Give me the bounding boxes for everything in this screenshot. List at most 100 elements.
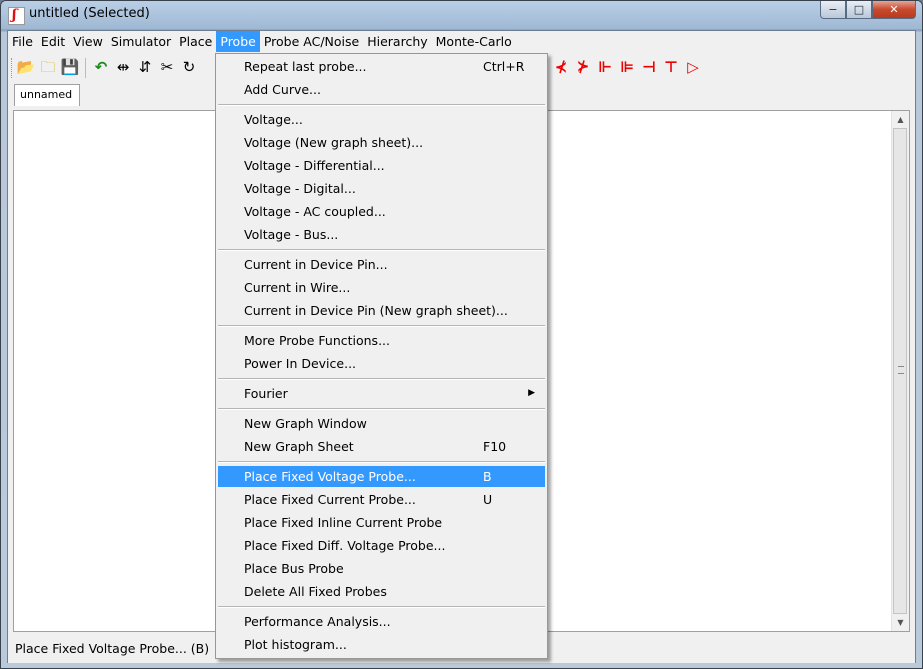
menu-separator: [218, 461, 545, 463]
menu-item-label: Delete All Fixed Probes: [244, 584, 387, 599]
open-folder-icon[interactable]: 📂: [17, 58, 36, 76]
toolbar-grip[interactable]: [11, 58, 15, 78]
pjfet-icon[interactable]: ⊤: [662, 58, 680, 76]
menu-item-shortcut: Ctrl+R: [483, 59, 525, 74]
menu-monte-carlo[interactable]: Monte-Carlo: [432, 31, 516, 52]
menu-item-current-in-device-pin[interactable]: Current in Device Pin...: [218, 254, 545, 275]
vertical-scrollbar[interactable]: ▲ ▼: [891, 111, 909, 631]
pnp-icon[interactable]: ⊁: [574, 58, 592, 76]
menu-bar: File Edit View Simulator Place Probe Pro…: [8, 31, 915, 52]
rotate-icon[interactable]: ↻: [180, 58, 198, 76]
menu-item-label: Voltage (New graph sheet)...: [244, 135, 424, 150]
menu-item-label: Place Bus Probe: [244, 561, 344, 576]
menu-item-voltage-differential[interactable]: Voltage - Differential...: [218, 155, 545, 176]
close-button[interactable]: ✕: [872, 1, 916, 19]
menu-item-label: Fourier: [244, 386, 288, 401]
minimize-button[interactable]: −: [820, 1, 846, 19]
menu-probe[interactable]: Probe: [216, 31, 260, 52]
njfet-icon[interactable]: ⊣: [640, 58, 658, 76]
opamp-icon[interactable]: ▷: [684, 58, 702, 76]
menu-item-label: More Probe Functions...: [244, 333, 390, 348]
probe-menu-dropdown: Repeat last probe... Ctrl+R Add Curve... Vo…: [215, 53, 548, 659]
menu-file[interactable]: File: [8, 31, 37, 52]
menu-item-voltage-bus[interactable]: Voltage - Bus...: [218, 224, 545, 245]
menu-item-voltage-new-graph-sheet[interactable]: Voltage (New graph sheet)...: [218, 132, 545, 153]
status-text: Place Fixed Voltage Probe... (B): [15, 641, 210, 656]
menu-item-current-in-wire[interactable]: Current in Wire...: [218, 277, 545, 298]
menu-item-voltage-ac-coupled[interactable]: Voltage - AC coupled...: [218, 201, 545, 222]
menu-item-label: Place Fixed Inline Current Probe: [244, 515, 443, 530]
menu-item-fourier[interactable]: Fourier ▶: [218, 383, 545, 404]
app-window: ʃ untitled (Selected) − □ ✕ File Edit Vi…: [0, 0, 923, 669]
menu-separator: [218, 325, 545, 327]
menu-item-place-fixed-inline-current-probe[interactable]: Place Fixed Inline Current Probe: [218, 512, 545, 533]
app-logo-icon[interactable]: ʃ: [8, 7, 25, 25]
save-icon[interactable]: 💾: [61, 58, 80, 76]
menu-separator: [218, 606, 545, 608]
menu-item-label: Voltage - AC coupled...: [244, 204, 386, 219]
scroll-up-icon[interactable]: ▲: [892, 111, 909, 128]
menu-separator: [218, 249, 545, 251]
menu-item-new-graph-window[interactable]: New Graph Window: [218, 413, 545, 434]
window-title: untitled (Selected): [29, 6, 150, 21]
menu-item-shortcut: B: [483, 469, 492, 484]
mirror-icon[interactable]: ⇹: [114, 58, 132, 76]
menu-item-place-fixed-current-probe[interactable]: Place Fixed Current Probe... U: [218, 489, 545, 510]
menu-edit[interactable]: Edit: [37, 31, 69, 52]
menu-probe-ac-noise[interactable]: Probe AC/Noise: [260, 31, 363, 52]
menu-separator: [218, 408, 545, 410]
undo-icon[interactable]: ↶: [92, 58, 110, 76]
menu-item-place-fixed-voltage-probe[interactable]: Place Fixed Voltage Probe... B: [218, 466, 545, 487]
menu-item-label: Current in Device Pin (New graph sheet).…: [244, 303, 508, 318]
window-controls: − □ ✕: [820, 1, 916, 21]
menu-item-current-in-device-pin-new-graph-sheet[interactable]: Current in Device Pin (New graph sheet).…: [218, 300, 545, 321]
menu-item-place-bus-probe[interactable]: Place Bus Probe: [218, 558, 545, 579]
menu-separator: [218, 104, 545, 106]
menu-item-label: Place Fixed Voltage Probe...: [244, 469, 416, 484]
menu-item-new-graph-sheet[interactable]: New Graph Sheet F10: [218, 436, 545, 457]
menu-item-label: Voltage - Differential...: [244, 158, 385, 173]
menu-item-voltage-digital[interactable]: Voltage - Digital...: [218, 178, 545, 199]
menu-item-label: New Graph Sheet: [244, 439, 354, 454]
menu-item-add-curve[interactable]: Add Curve...: [218, 79, 545, 100]
toolbar-separator: [85, 58, 86, 78]
submenu-arrow-icon: ▶: [528, 388, 535, 398]
menu-item-label: Current in Wire...: [244, 280, 351, 295]
menu-item-voltage[interactable]: Voltage...: [218, 109, 545, 130]
tab-unnamed[interactable]: unnamed: [14, 84, 80, 106]
menu-simulator[interactable]: Simulator: [107, 31, 175, 52]
menu-item-label: Place Fixed Diff. Voltage Probe...: [244, 538, 446, 553]
flip-icon[interactable]: ⇵: [136, 58, 154, 76]
menu-item-repeat-last-probe[interactable]: Repeat last probe... Ctrl+R: [218, 56, 545, 77]
menu-item-plot-histogram[interactable]: Plot histogram...: [218, 634, 545, 655]
pmos-icon[interactable]: ⊫: [618, 58, 636, 76]
menu-item-label: Power In Device...: [244, 356, 357, 371]
menu-item-power-in-device[interactable]: Power In Device...: [218, 353, 545, 374]
menu-item-performance-analysis[interactable]: Performance Analysis...: [218, 611, 545, 632]
menu-view[interactable]: View: [69, 31, 107, 52]
menu-item-label: Plot histogram...: [244, 637, 347, 652]
menu-item-label: New Graph Window: [244, 416, 367, 431]
menu-item-label: Repeat last probe...: [244, 59, 367, 74]
new-folder-icon[interactable]: 🗀: [39, 58, 57, 76]
menu-place[interactable]: Place: [175, 31, 216, 52]
title-bar[interactable]: ʃ untitled (Selected) − □ ✕: [1, 1, 922, 29]
menu-hierarchy[interactable]: Hierarchy: [363, 31, 431, 52]
menu-item-place-fixed-diff-voltage-probe[interactable]: Place Fixed Diff. Voltage Probe...: [218, 535, 545, 556]
nmos-icon[interactable]: ⊩: [596, 58, 614, 76]
menu-item-label: Voltage...: [244, 112, 303, 127]
cut-icon[interactable]: ✂: [158, 58, 176, 76]
scroll-thumb[interactable]: [893, 128, 907, 614]
menu-item-label: Current in Device Pin...: [244, 257, 388, 272]
menu-item-shortcut: U: [483, 492, 493, 507]
menu-item-delete-all-fixed-probes[interactable]: Delete All Fixed Probes: [218, 581, 545, 602]
menu-item-shortcut: F10: [483, 439, 507, 454]
scroll-down-icon[interactable]: ▼: [892, 614, 909, 631]
menu-item-label: Voltage - Digital...: [244, 181, 356, 196]
menu-item-more-probe-functions[interactable]: More Probe Functions...: [218, 330, 545, 351]
menu-item-label: Performance Analysis...: [244, 614, 391, 629]
maximize-button[interactable]: □: [846, 1, 872, 19]
menu-item-label: Add Curve...: [244, 82, 321, 97]
menu-separator: [218, 378, 545, 380]
npn-icon[interactable]: ⊀: [552, 58, 570, 76]
